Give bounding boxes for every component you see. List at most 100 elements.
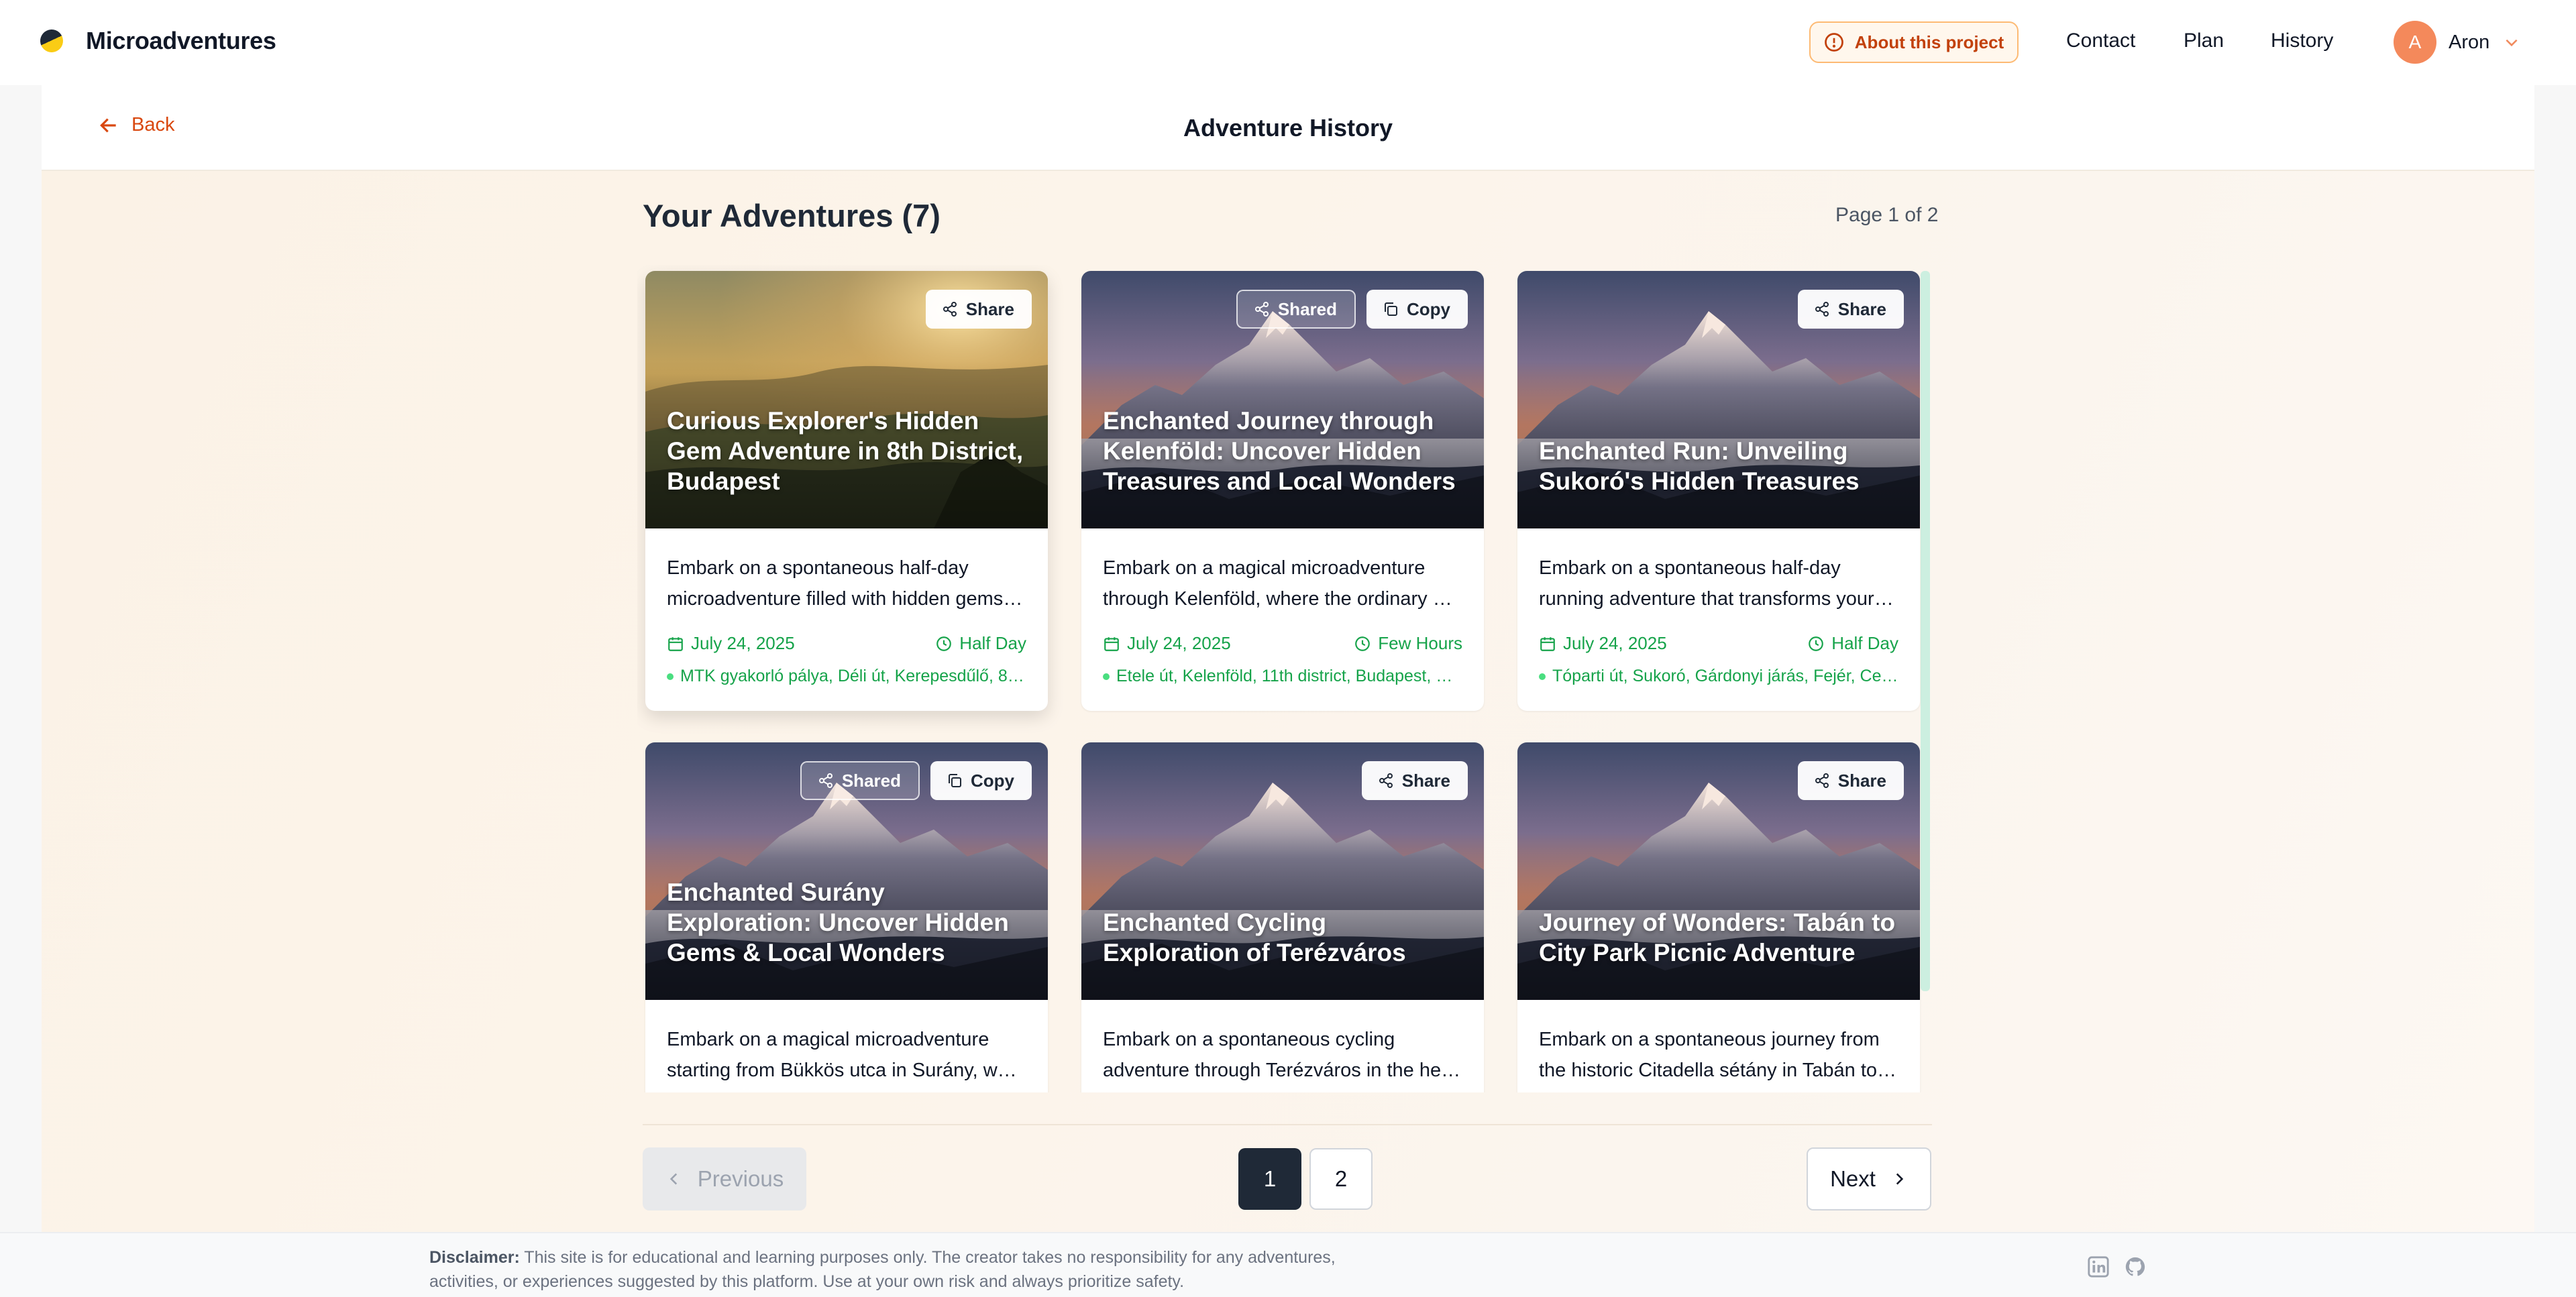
share-label: Share — [1837, 298, 1886, 319]
card-duration: Few Hours — [1354, 633, 1462, 654]
card-description-line: Embark on a spontaneous journey from — [1539, 1029, 1880, 1050]
card-title: Enchanted Cycling Exploration of Terézvá… — [1103, 909, 1406, 966]
copy-button[interactable]: Copy — [1366, 290, 1468, 329]
share-icon — [818, 773, 833, 788]
about-project-label: About this project — [1854, 32, 2004, 52]
brand[interactable]: Microadventures — [36, 25, 276, 56]
card-date: July 24, 2025 — [1103, 633, 1231, 654]
share-icon — [1815, 773, 1829, 788]
card-location: Etele út, Kelenföld, 11th district, Buda… — [1103, 667, 1462, 686]
chevron-down-icon — [2506, 39, 2518, 47]
share-button[interactable]: Share — [1797, 290, 1904, 329]
clock-icon — [1355, 636, 1371, 651]
card-duration: Half Day — [935, 633, 1026, 654]
card-description: Embark on a spontaneous cycling adventur… — [1103, 1024, 1462, 1086]
shared-button[interactable]: Shared — [800, 761, 920, 800]
page-2-button[interactable]: 2 — [1309, 1148, 1373, 1210]
clock-icon — [936, 636, 952, 651]
calendar-icon — [1104, 636, 1119, 651]
next-button[interactable]: Next — [1807, 1147, 1931, 1210]
card-title: Enchanted Run: Unveiling Sukoró's Hidden… — [1539, 437, 1860, 495]
copy-icon — [949, 774, 961, 787]
share-label: Share — [965, 298, 1014, 319]
nav-history[interactable]: History — [2271, 30, 2333, 52]
clock-icon — [1809, 636, 1824, 651]
location-dot-icon — [1103, 673, 1110, 680]
share-button[interactable]: Share — [925, 290, 1032, 329]
card-date: July 24, 2025 — [1539, 633, 1667, 654]
user-name: Aron — [2449, 31, 2490, 53]
card-title: Enchanted Surány Exploration: Uncover Hi… — [667, 879, 1009, 966]
linkedin-icon[interactable] — [2087, 1255, 2110, 1278]
share-icon — [943, 302, 957, 317]
share-button[interactable]: Share — [1797, 761, 1904, 800]
card-location: MTK gyakorló pálya, Déli út, Kerepesdűlő… — [667, 667, 1026, 686]
brand-logo-icon — [36, 25, 67, 56]
card-location-text: Tóparti út, Sukoró, Gárdonyi járás, Fejé… — [1552, 667, 1898, 685]
card-image: Journey of Wonders: Tabán to City Park P… — [1517, 742, 1920, 1000]
card-location-text: MTK gyakorló pálya, Déli út, Kerepesdűlő… — [680, 667, 1026, 685]
adventures-heading: Your Adventures (7) — [643, 198, 941, 233]
card-duration-text: Half Day — [1831, 633, 1898, 653]
card-description: Embark on a spontaneous journey from the… — [1539, 1024, 1898, 1086]
card-duration: Half Day — [1807, 633, 1898, 654]
adventure-card[interactable]: Enchanted Run: Unveiling Sukoró's Hidden… — [1517, 271, 1920, 711]
shared-label: Shared — [1277, 298, 1337, 319]
adventure-card[interactable]: Enchanted Journey through Kelenföld: Unc… — [1081, 271, 1484, 711]
github-icon[interactable] — [2124, 1255, 2147, 1278]
chevron-left-icon — [669, 1173, 677, 1185]
share-button[interactable]: Share — [1361, 761, 1468, 800]
nav-plan[interactable]: Plan — [2184, 30, 2224, 52]
card-description: Embark on a spontaneous half-day running… — [1539, 553, 1898, 614]
adventure-card[interactable]: Enchanted Surány Exploration: Uncover Hi… — [645, 742, 1048, 1092]
card-description-line: through Kelenföld, where the ordinary be… — [1103, 588, 1462, 610]
card-description-line: the historic Citadella sétány in Tabán t… — [1539, 1060, 1898, 1081]
shared-label: Shared — [841, 770, 901, 791]
chevron-right-icon — [1896, 1173, 1904, 1185]
page-title: Adventure History — [1183, 114, 1393, 142]
avatar: A — [2394, 21, 2436, 64]
card-description: Embark on a magical microadventure throu… — [1103, 553, 1462, 614]
next-label: Next — [1830, 1166, 1876, 1191]
share-icon — [1815, 302, 1829, 317]
info-icon — [1824, 33, 1843, 52]
card-description-line: starting from Bükkös utca in Surány, whe… — [667, 1060, 1026, 1081]
card-description-line: Embark on a spontaneous cycling — [1103, 1029, 1395, 1050]
copy-label: Copy — [1407, 298, 1450, 319]
user-menu[interactable]: A Aron — [2394, 21, 2520, 64]
page-1-button[interactable]: 1 — [1238, 1148, 1301, 1210]
card-description-line: Embark on a magical microadventure — [667, 1029, 989, 1050]
pagination-divider — [643, 1124, 1932, 1125]
card-date-text: July 24, 2025 — [691, 633, 795, 653]
disclaimer-text: This site is for educational and learnin… — [429, 1248, 1336, 1291]
previous-button[interactable]: Previous — [643, 1147, 806, 1210]
card-description-line: microadventure filled with hidden gems a… — [667, 588, 1026, 610]
card-image: Enchanted Run: Unveiling Sukoró's Hidden… — [1517, 271, 1920, 528]
copy-button[interactable]: Copy — [930, 761, 1032, 800]
share-label: Share — [1401, 770, 1450, 791]
card-location: Tóparti út, Sukoró, Gárdonyi járás, Fejé… — [1539, 667, 1898, 686]
card-title: Curious Explorer's Hidden Gem Adventure … — [667, 407, 1024, 495]
copy-icon — [1385, 302, 1397, 316]
adventure-card[interactable]: Enchanted Cycling Exploration of Terézvá… — [1081, 742, 1484, 1092]
nav-contact[interactable]: Contact — [2066, 30, 2135, 52]
card-duration-text: Half Day — [959, 633, 1026, 653]
card-image: Enchanted Journey through Kelenföld: Unc… — [1081, 271, 1484, 528]
card-image: Curious Explorer's Hidden Gem Adventure … — [645, 271, 1048, 528]
card-description-line: Embark on a magical microadventure — [1103, 557, 1426, 579]
adventure-card[interactable]: Curious Explorer's Hidden Gem Adventure … — [645, 271, 1048, 711]
share-icon — [1379, 773, 1393, 788]
card-description: Embark on a magical microadventure start… — [667, 1024, 1026, 1086]
adventure-card[interactable]: Journey of Wonders: Tabán to City Park P… — [1517, 742, 1920, 1092]
card-duration-text: Few Hours — [1378, 633, 1462, 653]
shared-button[interactable]: Shared — [1236, 290, 1356, 329]
card-date-text: July 24, 2025 — [1563, 633, 1667, 653]
copy-label: Copy — [971, 770, 1014, 791]
about-project-button[interactable]: About this project — [1809, 21, 2019, 63]
card-title: Journey of Wonders: Tabán to City Park P… — [1539, 909, 1896, 966]
location-dot-icon — [1539, 673, 1546, 680]
previous-label: Previous — [697, 1166, 784, 1191]
share-icon — [1254, 302, 1269, 317]
card-image: Enchanted Cycling Exploration of Terézvá… — [1081, 742, 1484, 1000]
top-navbar: Microadventures About this project Conta… — [0, 0, 2576, 85]
